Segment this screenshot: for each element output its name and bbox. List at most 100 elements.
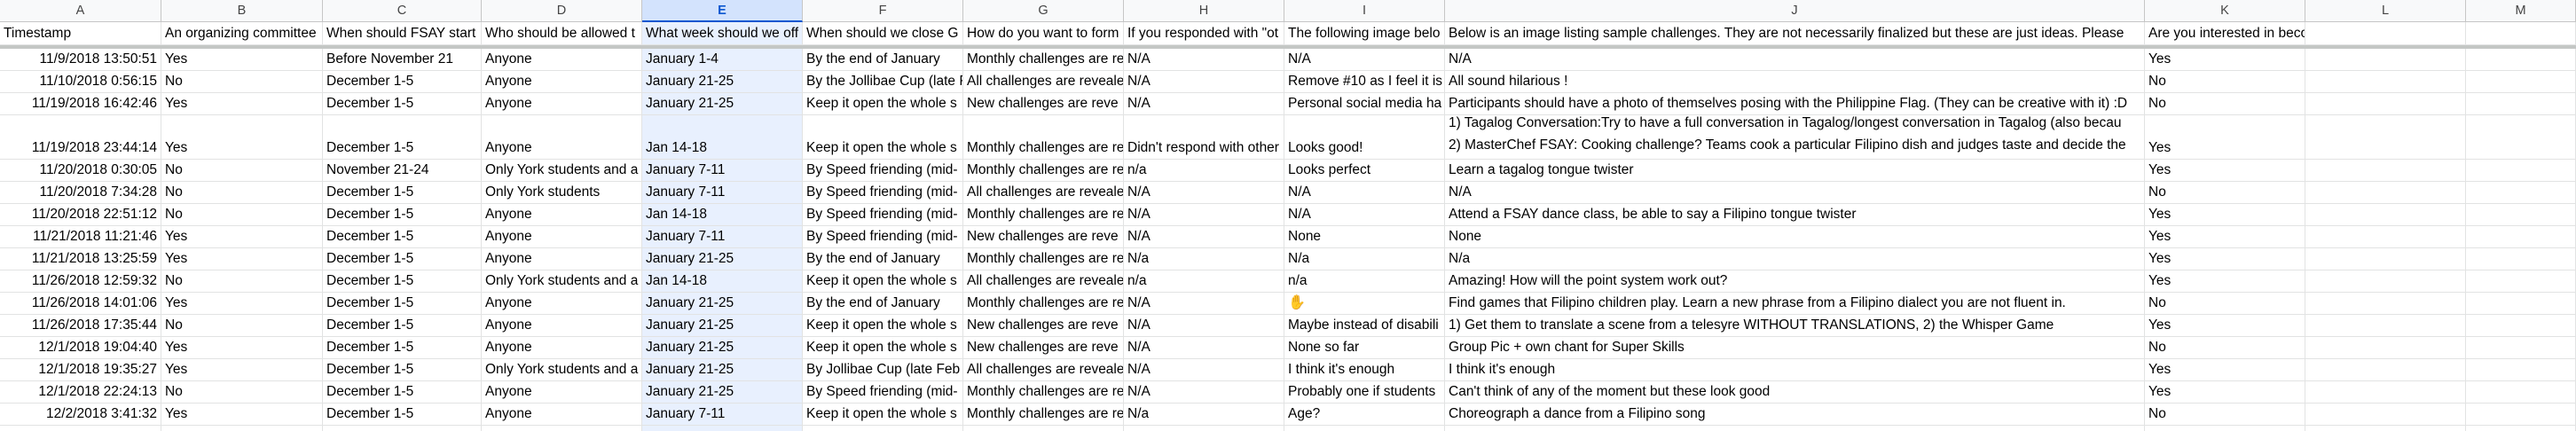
cell-g7[interactable]: All challenges are reveale [963, 182, 1124, 204]
cell-c15[interactable]: December 1-5 [323, 359, 482, 381]
cell-m12[interactable] [2466, 293, 2576, 315]
cell-d3[interactable]: Anyone [482, 71, 642, 93]
column-header-a[interactable]: A [0, 0, 161, 22]
cell-a15[interactable]: 12/1/2018 19:35:27 [0, 359, 161, 381]
column-header-m[interactable]: M [2466, 0, 2576, 22]
cell-c14[interactable]: December 1-5 [323, 337, 482, 359]
cell-d5[interactable]: Anyone [482, 115, 642, 160]
cell-m15[interactable] [2466, 359, 2576, 381]
cell-h9[interactable]: N/A [1124, 226, 1284, 248]
cell-h10[interactable]: N/a [1124, 248, 1284, 270]
cell-k4[interactable]: No [2145, 93, 2305, 115]
cell-i3[interactable]: Remove #10 as I feel it is [1284, 71, 1445, 93]
cell-f6[interactable]: By Speed friending (mid- [803, 160, 963, 182]
cell-i13[interactable]: Maybe instead of disabili [1284, 315, 1445, 337]
cell-a13[interactable]: 11/26/2018 17:35:44 [0, 315, 161, 337]
cell-m10[interactable] [2466, 248, 2576, 270]
cell-b9[interactable]: Yes [161, 226, 323, 248]
cell-l3[interactable] [2305, 71, 2466, 93]
cell-a9[interactable]: 11/21/2018 11:21:46 [0, 226, 161, 248]
cell-g3[interactable]: All challenges are reveale [963, 71, 1124, 93]
header-cell-i[interactable]: The following image belo [1284, 22, 1445, 45]
cell-a16[interactable]: 12/1/2018 22:24:13 [0, 381, 161, 404]
cell-f5[interactable]: Keep it open the whole s [803, 115, 963, 160]
cell-m2[interactable] [2466, 49, 2576, 71]
cell-e4[interactable]: January 21-25 [642, 93, 803, 115]
header-cell-f[interactable]: When should we close G [803, 22, 963, 45]
cell-m3[interactable] [2466, 71, 2576, 93]
column-header-d[interactable]: D [482, 0, 642, 22]
cell-e18[interactable] [642, 426, 803, 431]
cell-f7[interactable]: By Speed friending (mid- [803, 182, 963, 204]
cell-i7[interactable]: N/A [1284, 182, 1445, 204]
cell-b16[interactable]: No [161, 381, 323, 404]
cell-b3[interactable]: No [161, 71, 323, 93]
cell-g12[interactable]: Monthly challenges are re [963, 293, 1124, 315]
cell-c18[interactable] [323, 426, 482, 431]
cell-k16[interactable]: Yes [2145, 381, 2305, 404]
cell-i11[interactable]: n/a [1284, 270, 1445, 293]
cell-e16[interactable]: January 21-25 [642, 381, 803, 404]
cell-i17[interactable]: Age? [1284, 404, 1445, 426]
cell-d10[interactable]: Anyone [482, 248, 642, 270]
cell-e15[interactable]: January 21-25 [642, 359, 803, 381]
cell-c13[interactable]: December 1-5 [323, 315, 482, 337]
cell-i14[interactable]: None so far [1284, 337, 1445, 359]
cell-a6[interactable]: 11/20/2018 0:30:05 [0, 160, 161, 182]
cell-c4[interactable]: December 1-5 [323, 93, 482, 115]
cell-f10[interactable]: By the end of January [803, 248, 963, 270]
cell-a11[interactable]: 11/26/2018 12:59:32 [0, 270, 161, 293]
cell-l7[interactable] [2305, 182, 2466, 204]
cell-i4[interactable]: Personal social media ha [1284, 93, 1445, 115]
cell-c17[interactable]: December 1-5 [323, 404, 482, 426]
cell-h18[interactable] [1124, 426, 1284, 431]
cell-h13[interactable]: N/A [1124, 315, 1284, 337]
cell-m14[interactable] [2466, 337, 2576, 359]
cell-e6[interactable]: January 7-11 [642, 160, 803, 182]
cell-c12[interactable]: December 1-5 [323, 293, 482, 315]
column-header-h[interactable]: H [1124, 0, 1284, 22]
cell-m8[interactable] [2466, 204, 2576, 226]
cell-m4[interactable] [2466, 93, 2576, 115]
cell-f3[interactable]: By the Jollibae Cup (late Feb [803, 71, 963, 93]
cell-i15[interactable]: I think it's enough [1284, 359, 1445, 381]
header-cell-k[interactable]: Are you interested in becoming an Organi… [2145, 22, 2305, 45]
cell-j11[interactable]: Amazing! How will the point system work … [1445, 270, 2145, 293]
cell-b8[interactable]: No [161, 204, 323, 226]
cell-l16[interactable] [2305, 381, 2466, 404]
cell-a7[interactable]: 11/20/2018 7:34:28 [0, 182, 161, 204]
cell-c16[interactable]: December 1-5 [323, 381, 482, 404]
cell-l9[interactable] [2305, 226, 2466, 248]
column-header-k[interactable]: K [2145, 0, 2305, 22]
column-header-l[interactable]: L [2305, 0, 2466, 22]
cell-f2[interactable]: By the end of January [803, 49, 963, 71]
cell-e7[interactable]: January 7-11 [642, 182, 803, 204]
cell-l6[interactable] [2305, 160, 2466, 182]
cell-k13[interactable]: Yes [2145, 315, 2305, 337]
cell-k14[interactable]: No [2145, 337, 2305, 359]
cell-c10[interactable]: December 1-5 [323, 248, 482, 270]
cell-j16[interactable]: Can't think of any of the moment but the… [1445, 381, 2145, 404]
cell-j12[interactable]: Find games that Filipino children play. … [1445, 293, 2145, 315]
cell-i18[interactable] [1284, 426, 1445, 431]
cell-k11[interactable]: Yes [2145, 270, 2305, 293]
cell-k7[interactable]: No [2145, 182, 2305, 204]
cell-j2[interactable]: N/A [1445, 49, 2145, 71]
cell-b15[interactable]: Yes [161, 359, 323, 381]
cell-l18[interactable] [2305, 426, 2466, 431]
cell-b13[interactable]: No [161, 315, 323, 337]
cell-a18[interactable] [0, 426, 161, 431]
cell-a5[interactable]: 11/19/2018 23:44:14 [0, 115, 161, 160]
cell-c7[interactable]: December 1-5 [323, 182, 482, 204]
cell-h6[interactable]: n/a [1124, 160, 1284, 182]
cell-k8[interactable]: Yes [2145, 204, 2305, 226]
cell-e12[interactable]: January 21-25 [642, 293, 803, 315]
cell-g15[interactable]: All challenges are reveale [963, 359, 1124, 381]
cell-e9[interactable]: January 7-11 [642, 226, 803, 248]
cell-d13[interactable]: Anyone [482, 315, 642, 337]
column-header-f[interactable]: F [803, 0, 963, 22]
cell-d14[interactable]: Anyone [482, 337, 642, 359]
cell-h8[interactable]: N/A [1124, 204, 1284, 226]
cell-k10[interactable]: Yes [2145, 248, 2305, 270]
cell-l8[interactable] [2305, 204, 2466, 226]
